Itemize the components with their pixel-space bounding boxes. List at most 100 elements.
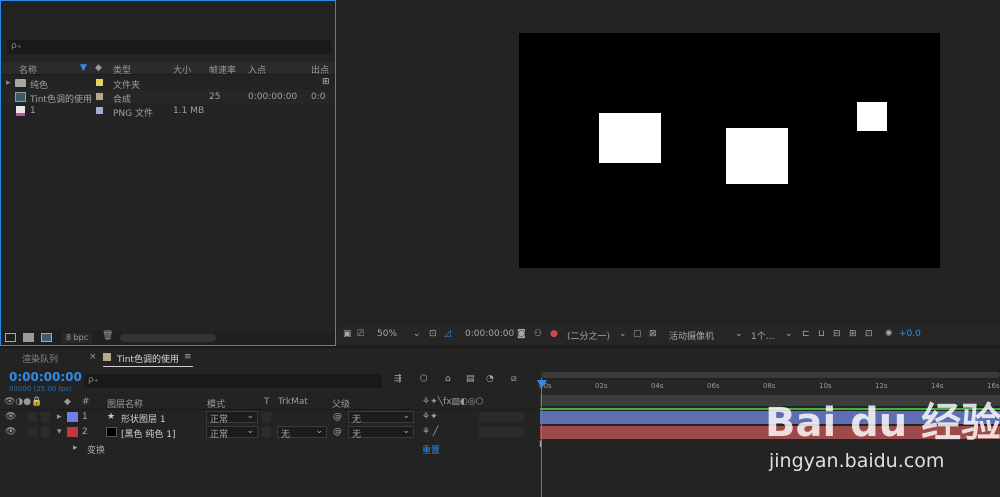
- label-color-swatch[interactable]: [96, 93, 103, 100]
- camera-dropdown[interactable]: 活动摄像机: [669, 329, 714, 342]
- views-dropdown[interactable]: 1个...: [751, 329, 774, 342]
- col-size[interactable]: 大小: [173, 63, 191, 76]
- close-icon[interactable]: ×: [89, 352, 97, 362]
- switch-cells[interactable]: [479, 412, 524, 422]
- eye-icon[interactable]: 👁: [5, 412, 16, 422]
- new-composition-icon[interactable]: [41, 333, 52, 342]
- star-icon: ★: [107, 412, 116, 422]
- sort-arrow-icon[interactable]: ▼: [80, 63, 87, 73]
- col-name[interactable]: 名称: [19, 63, 37, 76]
- composition-canvas[interactable]: [519, 33, 940, 268]
- search-icon: ρ₊: [11, 41, 22, 51]
- eye-icon[interactable]: 👁: [5, 427, 16, 437]
- layer-switches-icon[interactable]: ⚘✦: [422, 412, 438, 422]
- graph-editor-icon[interactable]: ⧄: [511, 374, 517, 384]
- chevron-down-icon[interactable]: ⌄: [413, 329, 421, 339]
- chevron-down-icon[interactable]: ⌄: [785, 329, 793, 339]
- expand-arrow-icon[interactable]: ▸: [57, 412, 62, 422]
- grid-icon[interactable]: ⊡: [429, 329, 437, 339]
- layer-name[interactable]: 形状图层 1: [121, 412, 166, 425]
- frame-info: 00000 (25.00 fps): [9, 385, 72, 393]
- composition-viewer: ▣ ⎚ 50% ⌄ ⊡ ◿ 0:00:00:00 ◙ ⚇ ● (二分之一) ⌄ …: [337, 0, 1000, 346]
- comp-mini-flowchart-icon[interactable]: ⇶: [394, 374, 402, 384]
- mode-dropdown[interactable]: 正常 ⌄: [206, 411, 258, 425]
- render-icon[interactable]: ⊔: [818, 329, 825, 339]
- tab-render-queue[interactable]: 渲染队列: [22, 352, 58, 365]
- col-type[interactable]: 类型: [113, 63, 131, 76]
- expand-arrow-icon[interactable]: ▸: [73, 443, 78, 453]
- region-of-interest-icon[interactable]: ▢: [633, 329, 642, 339]
- label-color-swatch[interactable]: [67, 412, 78, 422]
- channel-icon[interactable]: ●: [550, 329, 558, 339]
- toggle-pixel-icon[interactable]: ⊏: [802, 329, 810, 339]
- always-preview-icon[interactable]: ▣: [343, 329, 352, 339]
- playhead-handle[interactable]: [537, 380, 547, 388]
- col-layer-name[interactable]: 图层名称: [107, 397, 143, 410]
- bit-depth-button[interactable]: 8 bpc: [62, 333, 92, 343]
- chevron-down-icon[interactable]: ⌄: [735, 329, 743, 339]
- preserve-transparency-toggle[interactable]: [262, 427, 271, 437]
- pickwhip-icon[interactable]: @: [333, 427, 342, 437]
- mode-dropdown[interactable]: 正常 ⌄: [206, 426, 258, 440]
- tab-menu-icon[interactable]: ≡: [184, 352, 192, 362]
- chevron-down-icon[interactable]: ⌄: [619, 329, 627, 339]
- interpret-footage-icon[interactable]: [5, 333, 16, 342]
- draft-3d-icon[interactable]: ⬡: [420, 374, 428, 384]
- layer-name[interactable]: [黑色 纯色 1]: [121, 427, 175, 440]
- tag-icon[interactable]: ◆: [95, 63, 102, 73]
- shy-layers-icon[interactable]: ⌂: [445, 374, 451, 384]
- toggle-panel-icon[interactable]: ⊡: [865, 329, 873, 339]
- ruler-tick-label: 14s: [931, 382, 944, 390]
- current-time[interactable]: 0:00:00:00: [9, 370, 82, 384]
- new-folder-icon[interactable]: [23, 333, 34, 342]
- parent-dropdown[interactable]: 无 ⌄: [348, 411, 414, 425]
- exposure-reset-icon[interactable]: ✺: [885, 329, 893, 339]
- layer-switches-icon[interactable]: ⚘ ╱: [422, 427, 438, 437]
- layer-row[interactable]: 👁 ▾ 2 [黑色 纯色 1] 正常 ⌄ 无 ⌄ @ 无 ⌄ ⚘ ╱: [0, 425, 536, 440]
- lock-toggle[interactable]: [41, 427, 50, 437]
- trkmat-dropdown[interactable]: 无 ⌄: [277, 426, 327, 440]
- project-item-comp[interactable]: Tint色调的使用 合成 25 0:00:00:00 0:0: [2, 90, 335, 105]
- transparency-grid-icon[interactable]: ⊠: [649, 329, 657, 339]
- layer-row[interactable]: 👁 ▸ 1 ★ 形状图层 1 正常 ⌄ @ 无 ⌄ ⚘✦: [0, 410, 536, 425]
- horizontal-scrollbar[interactable]: [120, 334, 216, 342]
- motion-blur-icon[interactable]: ◔: [486, 374, 494, 384]
- label-color-swatch[interactable]: [96, 107, 103, 114]
- timeline-search-input[interactable]: ρ₊: [84, 374, 382, 388]
- viewer-timecode[interactable]: 0:00:00:00: [465, 329, 514, 339]
- col-out[interactable]: 出点: [311, 63, 329, 76]
- draft3d-icon[interactable]: ⊟: [833, 329, 841, 339]
- switch-cells[interactable]: [479, 427, 524, 437]
- pickwhip-icon[interactable]: @: [333, 412, 342, 422]
- label-color-swatch[interactable]: [67, 427, 78, 437]
- tab-composition[interactable]: Tint色调的使用: [117, 352, 179, 365]
- project-search-input[interactable]: ρ₊: [7, 40, 331, 54]
- transform-group-row[interactable]: ▸ 变换 重置: [0, 441, 536, 456]
- solo-toggle[interactable]: [28, 427, 37, 437]
- preserve-transparency-toggle[interactable]: [262, 412, 271, 422]
- col-fps[interactable]: 帧速率: [209, 63, 236, 76]
- col-in[interactable]: 入点: [248, 63, 266, 76]
- snapshot-icon[interactable]: ◙: [517, 329, 526, 339]
- trash-icon[interactable]: 🗑: [102, 331, 113, 341]
- playhead-line[interactable]: [541, 378, 542, 497]
- expand-arrow-icon[interactable]: ▸: [6, 78, 11, 88]
- project-item-folder[interactable]: ▸ 纯色 文件夹: [2, 76, 335, 91]
- resolution-dropdown[interactable]: (二分之一): [567, 329, 610, 342]
- project-item-png[interactable]: 1 PNG 文件 1.1 MB: [2, 104, 335, 119]
- label-color-swatch[interactable]: [96, 79, 103, 86]
- lock-toggle[interactable]: [41, 412, 50, 422]
- monitor-icon[interactable]: ⎚: [357, 329, 364, 339]
- exposure-value[interactable]: +0.0: [899, 329, 921, 339]
- zoom-dropdown[interactable]: 50%: [377, 329, 397, 339]
- mask-visibility-icon[interactable]: ◿: [444, 329, 451, 339]
- flowchart-icon[interactable]: ⊞: [849, 329, 857, 339]
- parent-dropdown[interactable]: 无 ⌄: [348, 426, 414, 440]
- frame-blending-icon[interactable]: ▤: [466, 374, 475, 384]
- av-switches-icon: 👁◑●🔒: [4, 397, 43, 407]
- reset-link[interactable]: 重置: [422, 443, 440, 456]
- label-header-icon: ◆: [64, 397, 71, 407]
- solo-toggle[interactable]: [28, 412, 37, 422]
- show-snapshot-icon[interactable]: ⚇: [534, 329, 542, 339]
- collapse-arrow-icon[interactable]: ▾: [57, 427, 62, 437]
